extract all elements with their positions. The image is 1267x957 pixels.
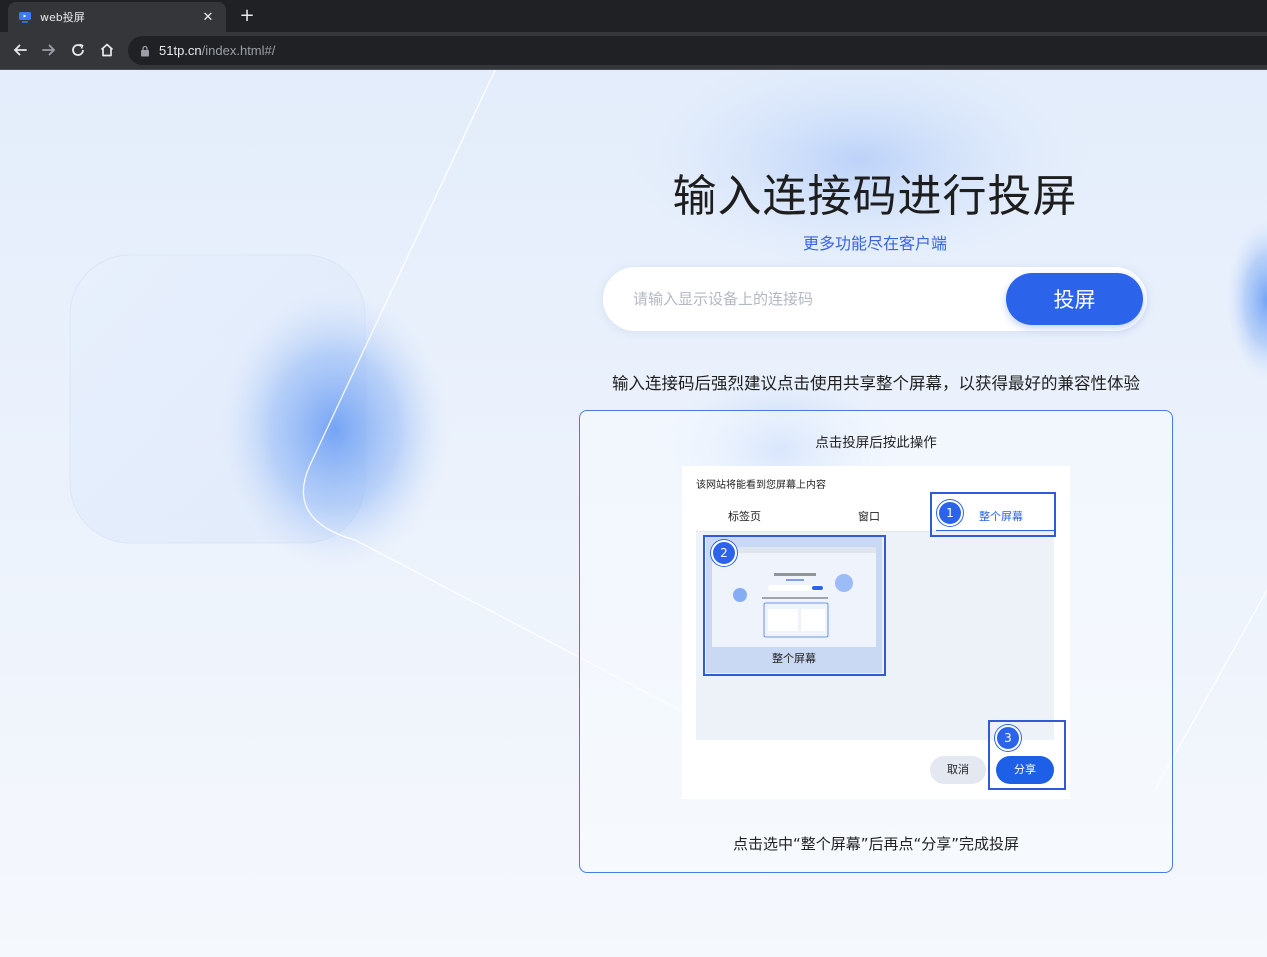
dialog-tab-tabs: 标签页 bbox=[728, 510, 761, 523]
browser-toolbar: 51tp.cn/index.html#/ bbox=[0, 32, 1267, 69]
address-bar[interactable]: 51tp.cn/index.html#/ bbox=[128, 36, 1267, 65]
share-dialog-illustration: 该网站将能看到您屏幕上内容 标签页 窗口 整个屏幕 整个屏幕 取消 分享 1 2… bbox=[682, 466, 1070, 799]
step-3-badge: 3 bbox=[995, 725, 1021, 751]
back-icon[interactable] bbox=[8, 38, 32, 62]
cast-button[interactable]: 投屏 bbox=[1006, 273, 1143, 325]
close-tab-icon[interactable]: ✕ bbox=[200, 10, 216, 25]
connection-code-input[interactable] bbox=[633, 285, 993, 313]
dialog-title: 该网站将能看到您屏幕上内容 bbox=[696, 480, 826, 491]
reload-icon[interactable] bbox=[66, 38, 90, 62]
browser-tabstrip: web投屏 ✕ + bbox=[0, 0, 1267, 32]
browser-tab[interactable]: web投屏 ✕ bbox=[8, 2, 226, 32]
page-title: 输入连接码进行投屏 bbox=[672, 171, 1078, 222]
guide-footer: 点击选中“整个屏幕”后再点“分享”完成投屏 bbox=[732, 835, 1020, 853]
compatibility-tip: 输入连接码后强烈建议点击使用共享整个屏幕，以获得最好的兼容性体验 bbox=[612, 374, 1140, 393]
tab-title: web投屏 bbox=[40, 11, 85, 24]
url-text: 51tp.cn/index.html#/ bbox=[159, 43, 275, 58]
connection-code-form: 投屏 bbox=[602, 266, 1148, 332]
site-favicon-icon bbox=[19, 12, 31, 23]
lock-icon bbox=[141, 45, 149, 56]
dialog-tab-window: 窗口 bbox=[858, 510, 880, 523]
client-download-link[interactable]: 更多功能尽在客户端 bbox=[600, 230, 1150, 254]
url-path: /index.html#/ bbox=[201, 43, 276, 58]
step-1-badge: 1 bbox=[937, 500, 963, 526]
new-tab-icon[interactable]: + bbox=[236, 5, 258, 27]
step-2-badge: 2 bbox=[711, 540, 737, 566]
page-content: 输入连接码进行投屏 更多功能尽在客户端 投屏 输入连接码后强烈建议点击使用共享整… bbox=[0, 70, 1267, 957]
guide-title: 点击投屏后按此操作 bbox=[815, 435, 937, 451]
home-icon[interactable] bbox=[95, 38, 119, 62]
url-host: 51tp.cn bbox=[159, 43, 202, 58]
forward-icon[interactable] bbox=[37, 38, 61, 62]
dialog-cancel-button: 取消 bbox=[930, 756, 986, 784]
guide-card: 点击投屏后按此操作 该网站将能看到您屏幕上内容 标签页 窗口 整个屏幕 整个屏幕… bbox=[579, 410, 1173, 873]
